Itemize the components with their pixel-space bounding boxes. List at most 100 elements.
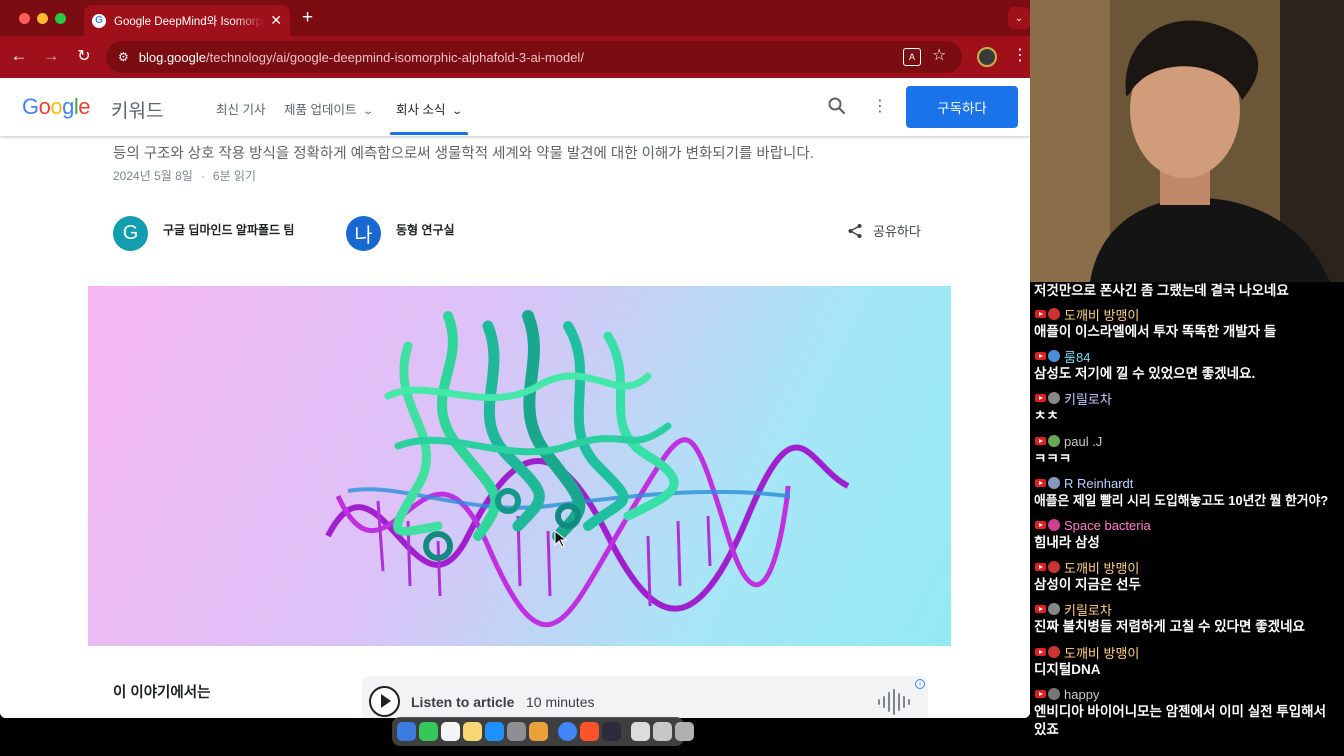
youtube-icon <box>1035 352 1046 360</box>
chat-username: R Reinhardt <box>1064 475 1134 491</box>
screen: G Google DeepMind와 Isomorphic Labs ✕ + ⌄… <box>0 0 1344 756</box>
chat-text: 삼성이 지금은 선두 <box>1034 577 1141 592</box>
browser-tab[interactable]: G Google DeepMind와 Isomorphic Labs ✕ <box>84 5 290 36</box>
read-time: 6분 읽기 <box>212 169 256 183</box>
window-maximize-button[interactable] <box>55 13 66 24</box>
chevron-down-icon: ⌄ <box>451 106 464 117</box>
profile-avatar[interactable] <box>977 47 997 67</box>
url-path: /technology/ai/google-deepmind-isomorphi… <box>206 49 584 65</box>
chat-text: 디지털DNA <box>1034 662 1101 677</box>
site-name[interactable]: 키워드 <box>111 96 163 123</box>
chat-text: ㅋㅋㅋ <box>1034 451 1072 466</box>
browser-toolbar: ← → ↻ ⚙ blog.google/technology/ai/google… <box>0 36 1030 78</box>
chat-message: 저것만으로 폰사긴 좀 그랬는데 결국 나오네요 <box>1034 282 1344 300</box>
chat-message: 도깨비 방맹이 삼성이 지금은 선두 <box>1034 558 1344 594</box>
app-store-icon[interactable] <box>485 722 504 741</box>
chat-avatar <box>1048 435 1060 447</box>
chat-username: 키릴로차 <box>1064 602 1112 618</box>
live-chat: 저것만으로 폰사긴 좀 그랬는데 결국 나오네요 도깨비 방맹이 애플이 이스라… <box>1034 282 1344 756</box>
system-settings-icon[interactable] <box>507 722 526 741</box>
chat-message: 키릴로차 진짜 불치병들 저렴하게 고칠 수 있다면 좋겠네요 <box>1034 600 1344 636</box>
window-minimize-button[interactable] <box>37 13 48 24</box>
play-icon[interactable] <box>369 686 400 717</box>
macos-dock <box>392 717 694 746</box>
camera-app-icon[interactable] <box>631 722 650 741</box>
tab-title: Google DeepMind와 Isomorphic Labs <box>114 15 264 28</box>
author-card[interactable]: G 구글 딥마인드 알파폴드 팀 <box>113 216 294 251</box>
author-name: 구글 딥마인드 알파폴드 팀 <box>163 223 295 237</box>
article-meta: 2024년 5월 8일 · 6분 읽기 <box>113 169 256 183</box>
site-info-icon[interactable]: ⚙ <box>118 50 129 64</box>
chevron-down-icon: ⌄ <box>362 106 375 117</box>
browser-window: G Google DeepMind와 Isomorphic Labs ✕ + ⌄… <box>0 0 1030 718</box>
chat-text: 애플이 이스라엘에서 투자 똑똑한 개발자 들 <box>1034 324 1277 339</box>
window-close-button[interactable] <box>19 13 30 24</box>
chat-message: R Reinhardt 애플은 제일 빨리 시리 도입해놓고도 10년간 뭘 한… <box>1034 474 1344 510</box>
brave-icon[interactable] <box>580 722 599 741</box>
chat-message: 룸84 삼성도 저기에 낄 수 있었으면 좋겠네요. <box>1034 347 1344 383</box>
new-tab-button[interactable]: + <box>302 8 313 28</box>
share-icon <box>848 223 862 238</box>
messages-icon[interactable] <box>419 722 438 741</box>
nav-company-news[interactable]: 회사 소식 ⌄ <box>396 99 464 118</box>
kebab-icon[interactable]: ⋮ <box>1012 45 1028 65</box>
tab-search-button[interactable]: ⌄ <box>1008 7 1030 29</box>
search-icon[interactable] <box>827 96 847 116</box>
youtube-icon <box>1035 394 1046 402</box>
chat-message: 도깨비 방맹이 디지털DNA <box>1034 643 1344 679</box>
protein-structure-illustration <box>325 310 850 628</box>
chat-message: 키릴로차 ㅊㅊ <box>1034 389 1344 425</box>
chat-text: 애플은 제일 빨리 시리 도입해놓고도 10년간 뭘 한거야? <box>1034 493 1329 508</box>
address-bar[interactable]: ⚙ blog.google/technology/ai/google-deepm… <box>106 41 962 73</box>
star-icon[interactable]: ☆ <box>932 45 946 65</box>
chat-text: ㅊㅊ <box>1034 408 1059 423</box>
author-name: 동형 연구실 <box>396 223 455 237</box>
chat-text: 저것만으로 폰사긴 좀 그랬는데 결국 나오네요 <box>1034 283 1289 298</box>
chat-avatar <box>1048 688 1060 700</box>
youtube-icon <box>1035 605 1046 613</box>
author-card[interactable]: 나 동형 연구실 <box>346 216 455 251</box>
chat-avatar <box>1048 350 1060 362</box>
preview-icon[interactable] <box>653 722 672 741</box>
author-avatar: G <box>113 216 148 251</box>
nav-latest-articles[interactable]: 최신 기사 <box>216 99 265 118</box>
chat-text: 엔비디아 바이어니모는 암젠에서 이미 실전 투입해서 있죠 <box>1034 704 1326 737</box>
tab-bar: G Google DeepMind와 Isomorphic Labs ✕ + ⌄ <box>0 0 1030 36</box>
google-logo[interactable]: Google <box>22 94 91 120</box>
translate-icon[interactable]: A <box>903 48 921 66</box>
chrome-icon[interactable] <box>558 722 577 741</box>
back-arrow-icon[interactable]: ← <box>8 46 30 66</box>
forward-arrow-icon[interactable]: → <box>40 46 62 66</box>
trash-icon[interactable] <box>675 722 694 741</box>
article-date: 2024년 5월 8일 <box>113 169 193 183</box>
chat-avatar <box>1048 603 1060 615</box>
calendar-icon[interactable] <box>441 722 460 741</box>
web-page: Google 키워드 최신 기사 제품 업데이트 ⌄ 회사 소식 ⌄ ⋮ 구독하다 … <box>0 78 1030 718</box>
youtube-icon <box>1035 563 1046 571</box>
listen-label: Listen to article <box>411 694 515 710</box>
article-summary: 등의 구조와 상호 작용 방식을 정확하게 예측함으로써 생물학적 세계와 약물… <box>113 146 814 162</box>
youtube-icon <box>1035 310 1046 318</box>
google-favicon-icon: G <box>92 13 106 28</box>
url-domain: blog.google <box>138 49 206 65</box>
share-button[interactable]: 공유하다 <box>847 221 921 240</box>
youtube-icon <box>1035 648 1046 656</box>
chat-message: paul .J ㅋㅋㅋ <box>1034 432 1344 468</box>
toc-title: 이 이야기에서는 <box>113 685 211 701</box>
tab-close-icon[interactable]: ✕ <box>270 12 282 29</box>
youtube-icon <box>1035 437 1046 445</box>
reload-icon[interactable]: ↻ <box>73 46 95 66</box>
youtube-icon <box>1035 479 1046 487</box>
chat-avatar <box>1048 561 1060 573</box>
notes-icon[interactable] <box>463 722 482 741</box>
nav-product-updates[interactable]: 제품 업데이트 ⌄ <box>284 99 375 118</box>
obs-icon[interactable] <box>602 722 621 741</box>
launchpad-icon[interactable] <box>529 722 548 741</box>
chat-avatar <box>1048 392 1060 404</box>
more-vert-icon[interactable]: ⋮ <box>872 96 888 116</box>
chat-avatar <box>1048 519 1060 531</box>
info-icon[interactable]: i <box>915 679 925 689</box>
finder-icon[interactable] <box>397 722 416 741</box>
share-label: 공유하다 <box>873 224 921 239</box>
subscribe-button[interactable]: 구독하다 <box>906 86 1018 128</box>
